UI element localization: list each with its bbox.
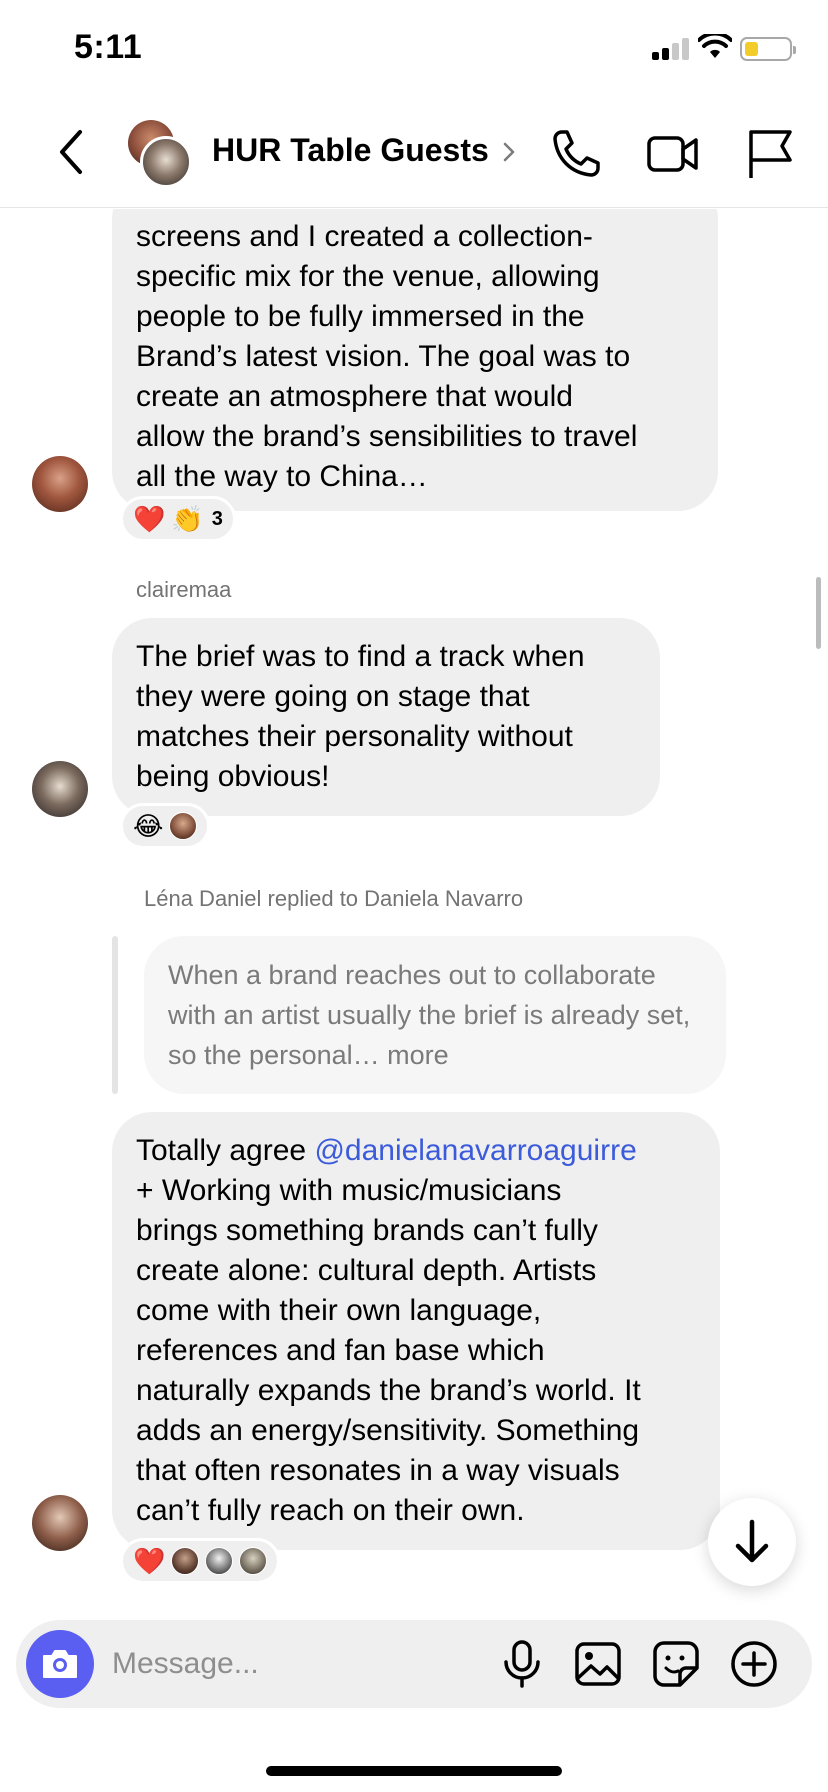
wifi-icon [698,34,732,58]
arrow-down-icon [735,1519,769,1563]
message-line: brings something brands can’t fully [136,1214,598,1247]
sender-avatar[interactable] [32,1495,88,1551]
heart-reaction: ❤️ [133,1545,166,1576]
message-line: Totally agree @danielanavarroaguirre [136,1131,696,1171]
status-bar: 5:11 [0,0,828,100]
message-line: Brand’s latest vision. The goal was to [136,340,631,373]
message-line: naturally expands the brand’s world. It [136,1374,641,1407]
sender-avatar[interactable] [32,456,88,512]
camera-button[interactable] [26,1630,94,1698]
cellular-signal-icon [652,38,692,60]
reactions-pill[interactable]: ❤️ [120,1538,281,1584]
message-list[interactable]: screens and I created a collection- spec… [0,209,828,1609]
message-line: adds an energy/sensitivity. Something [136,1414,640,1447]
message-line: allow the brand’s sensibilities to trave… [136,420,638,453]
message-line: that often resonates in a way visuals [136,1454,620,1487]
chevron-right-icon[interactable] [500,138,518,166]
message-line: can’t fully reach on their own. [136,1494,525,1527]
scroll-to-bottom-button[interactable] [708,1498,796,1586]
message-line: all the way to China… [136,460,428,493]
quoted-line: When a brand reaches out to collaborate [168,960,656,990]
message-bubble[interactable]: Totally agree @danielanavarroaguirre + W… [112,1112,720,1550]
reactor-avatar [169,812,198,840]
sender-name: clairemaa [136,577,232,602]
message-line: matches their personality without [136,720,573,753]
laughing-reaction: 😂 [133,810,164,841]
quoted-line: with an artist usually the brief is alre… [168,1000,640,1030]
image-gallery-icon[interactable] [572,1638,624,1690]
reactions-pill[interactable]: 😂 [120,803,211,849]
reactor-avatar [171,1547,200,1575]
reaction-count: 3 [211,507,223,530]
phone-icon[interactable] [548,126,604,182]
chat-title[interactable]: HUR Table Guests [212,132,489,169]
message-line: being obvious! [136,760,330,793]
mention-link[interactable]: @danielanavarroaguirre [314,1134,636,1167]
sender-avatar[interactable] [32,761,88,817]
message-line: references and fan base which [136,1334,545,1367]
message-bubble[interactable]: The brief was to find a track when they … [112,618,660,816]
message-bubble[interactable]: screens and I created a collection- spec… [112,209,718,511]
quoted-message[interactable]: When a brand reaches out to collaborate … [144,936,726,1094]
microphone-icon[interactable] [496,1638,548,1690]
message-line: The brief was to find a track when [136,640,585,673]
message-composer [16,1620,812,1708]
reactor-avatar [205,1547,234,1575]
sticker-icon[interactable] [650,1638,702,1690]
status-time: 5:11 [74,28,143,66]
video-camera-icon[interactable] [644,126,700,182]
home-indicator [266,1766,562,1776]
message-line: create alone: cultural depth. Artists [136,1254,597,1287]
reactions-pill[interactable]: ❤️ 👏 3 [120,496,236,542]
message-line: + Working with music/musicians [136,1174,562,1207]
message-line: come with their own language, [136,1294,542,1327]
flag-icon[interactable] [742,126,798,182]
message-line: screens and I created a collection- [136,220,593,253]
chat-header: HUR Table Guests [0,100,828,208]
message-line: people to be fully immersed in the [136,300,585,333]
message-line: create an atmosphere that would [136,380,573,413]
plus-circle-icon[interactable] [728,1638,780,1690]
reply-bar [112,936,118,1094]
clap-reaction: 👏 [171,503,204,534]
heart-reaction: ❤️ [133,503,166,534]
scrollbar[interactable] [816,577,821,649]
reactor-avatar [239,1547,268,1575]
camera-icon [43,1650,77,1678]
message-line: they were going on stage that [136,680,530,713]
reply-note: Léna Daniel replied to Daniela Navarro [144,886,524,911]
message-input[interactable] [112,1636,472,1692]
message-line: specific mix for the venue, allowing [136,260,600,293]
battery-icon [740,37,796,61]
group-avatar[interactable] [126,118,196,188]
back-chevron-icon[interactable] [52,124,92,180]
message-text: Totally agree [136,1134,315,1167]
